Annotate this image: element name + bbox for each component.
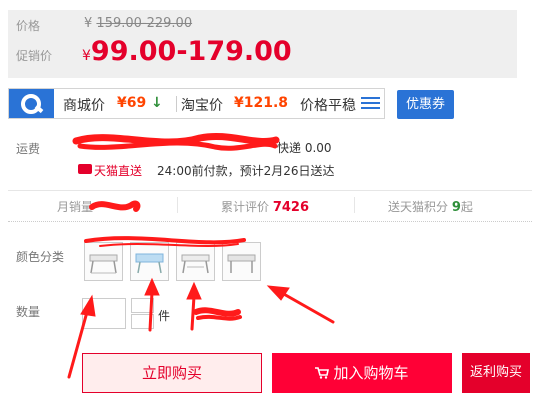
reviews-count: 7426 [272,200,310,215]
folding-table-image [135,253,164,274]
stats-separator [177,197,178,213]
arrow-annotation [266,285,335,324]
tmall-direct-label: 天猫直送 [94,164,143,178]
cart-icon [315,354,330,394]
color-option-label: 颜色分类 [16,250,65,264]
points-label: 送天猫积分 [388,200,449,214]
buy-now-button[interactable]: 立即购买 [82,353,262,393]
original-price-currency: ¥ [84,16,93,31]
menu-icon[interactable] [361,97,380,110]
monthly-sales-label: 月销量 [57,200,94,214]
original-price-range: 159.00-229.00 [96,16,193,31]
quantity-input[interactable] [82,298,126,329]
compare-divider [176,96,177,112]
delivery-estimate: 24:00前付款，预计2月26日送达 [157,164,335,178]
mall-price-label: 商城价 [63,98,105,114]
shipping-value: 快递 0.00 [277,141,332,155]
arrow-annotation [186,281,202,331]
redaction-scribble [89,200,141,212]
quantity-increase-button[interactable] [131,298,154,313]
taobao-price-value: ¥121.8 [234,95,289,111]
color-swatch-1[interactable] [84,242,123,281]
quantity-unit: 件 [158,309,171,323]
price-down-arrow-icon: ↓ [151,95,163,111]
points-value: 9 [451,200,461,215]
promo-price: ¥99.00-179.00 [82,36,292,67]
compare-logo-icon [9,89,54,118]
price-label: 价格 [16,19,41,33]
color-swatch-2[interactable] [130,242,169,281]
mall-price-value: ¥69 [117,95,147,111]
stats-divider-top [8,190,532,191]
color-swatch-3[interactable] [176,242,215,281]
redaction-scribble [72,132,280,151]
points-suffix: 起 [460,200,473,214]
quantity-decrease-button[interactable] [131,314,154,329]
redaction-scribble [193,307,242,321]
stats-divider-bottom [8,221,532,223]
tmall-cat-icon [78,164,92,174]
quantity-label: 数量 [16,305,41,319]
reviews-stat[interactable]: 累计评价 7426 [221,198,309,215]
promo-price-range: 99.00-179.00 [90,36,292,67]
price-trend-label: 价格平稳 [300,98,356,114]
promo-price-currency: ¥ [82,48,91,64]
taobao-price-label: 淘宝价 [181,98,223,114]
stats-separator [354,197,355,213]
add-to-cart-button[interactable]: 加入购物车 [272,353,452,393]
folding-table-image [181,254,210,274]
add-to-cart-label: 加入购物车 [333,364,409,382]
points-stat: 送天猫积分 9起 [388,198,473,215]
coupon-button[interactable]: 优惠券 [397,90,454,119]
folding-table-image [89,254,118,274]
shipping-label: 运费 [16,142,41,156]
promo-price-label: 促销价 [16,49,53,63]
original-price: ¥ 159.00-229.00 [84,16,192,31]
color-swatch-4[interactable] [222,242,261,281]
reviews-label: 累计评价 [221,200,270,214]
rebate-buy-button[interactable]: 返利购买 [462,353,530,393]
price-compare-bar[interactable]: 商城价 ¥69 ↓ 淘宝价 ¥121.8 价格平稳 [8,88,385,119]
folding-table-image [227,254,256,273]
